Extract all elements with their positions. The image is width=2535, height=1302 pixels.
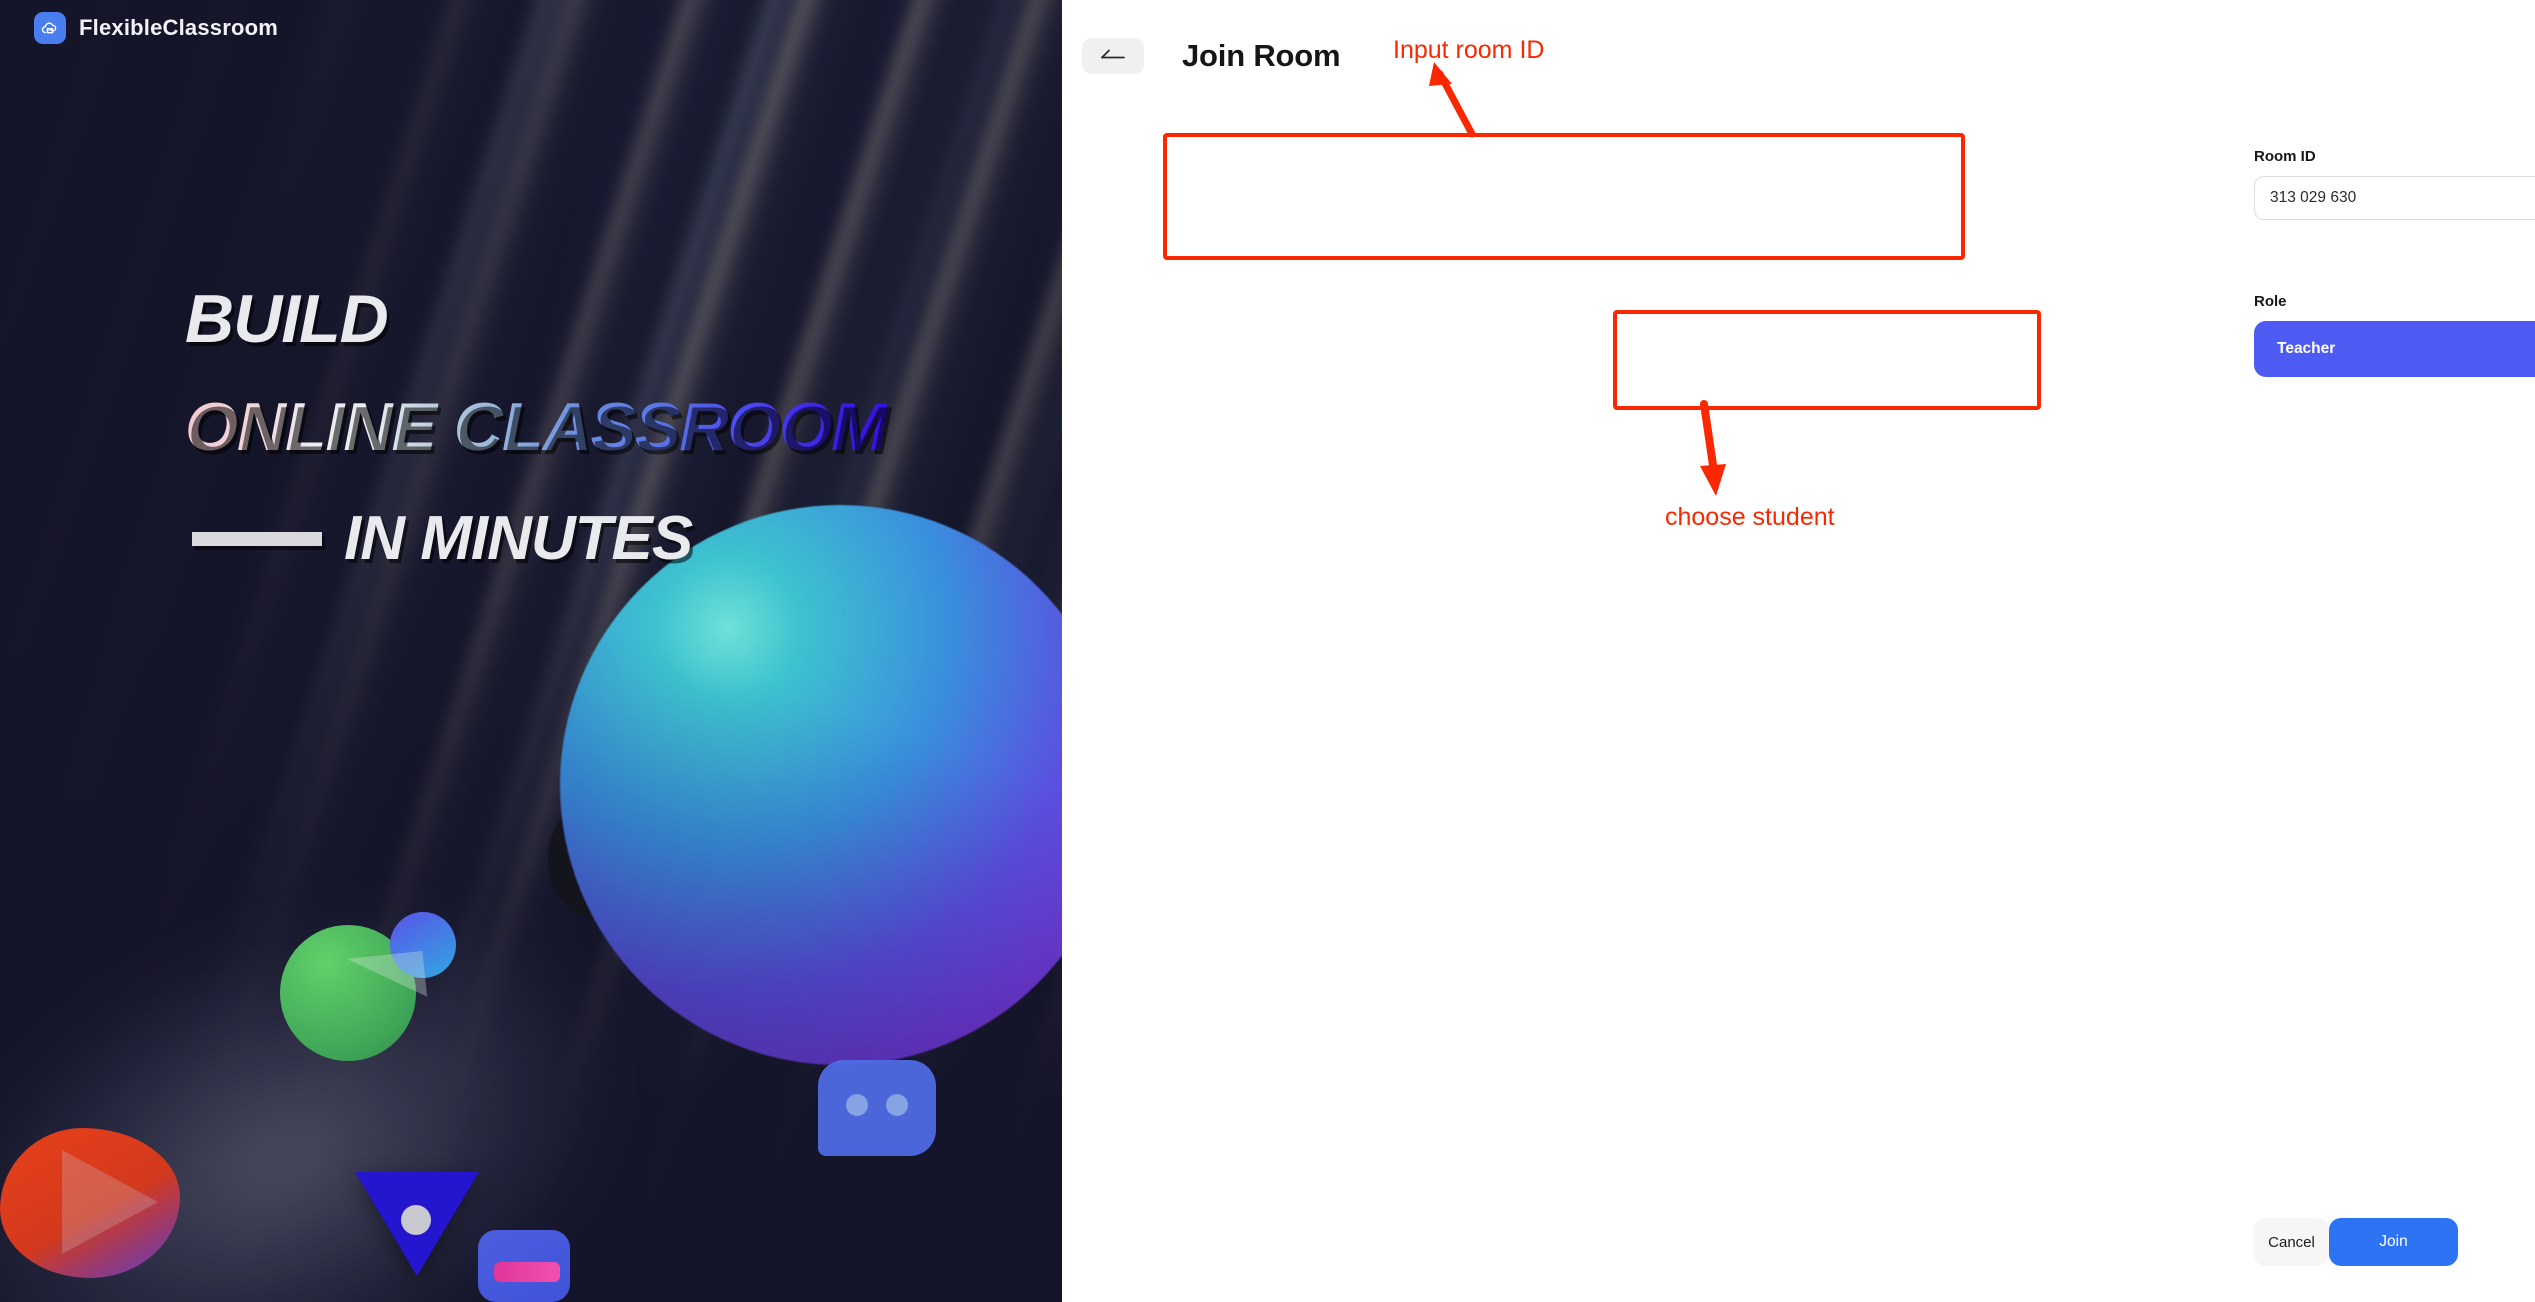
pie-wedge-shape xyxy=(342,950,428,1006)
role-option-teacher-label: Teacher xyxy=(2277,340,2336,357)
role-section: Role Teacher Student Audience xyxy=(2254,293,2535,377)
rounded-card-bar xyxy=(494,1262,560,1282)
cloud-classroom-icon xyxy=(34,12,66,44)
face-eye-right xyxy=(886,1094,908,1116)
back-button[interactable] xyxy=(1082,38,1144,74)
cancel-button[interactable]: Cancel xyxy=(2254,1218,2330,1266)
brand-name: FlexibleClassroom xyxy=(79,15,279,40)
brand-logo: FlexibleClassroom xyxy=(34,12,278,44)
translucent-triangle-shape xyxy=(62,1150,158,1254)
room-id-label: Room ID xyxy=(2254,148,2316,165)
chat-bubble-face-shape xyxy=(818,1060,936,1156)
panel-header: Join Room xyxy=(1082,38,1341,74)
form-footer: Cancel Join xyxy=(2254,1218,2458,1266)
room-id-field-group: Room ID xyxy=(2254,148,2535,220)
face-eye-left xyxy=(846,1094,868,1116)
headline-classroom-word: CLASSROOM xyxy=(453,389,888,465)
role-options: Teacher Student Audience xyxy=(2254,321,2535,377)
role-option-teacher[interactable]: Teacher xyxy=(2254,321,2535,377)
back-arrow-icon xyxy=(1100,48,1126,65)
page-title: Join Room xyxy=(1182,38,1341,73)
hero-headline: BUILD ONLINE CLASSROOM IN MINUTES xyxy=(0,285,1062,574)
join-room-screen: FlexibleClassroom BUILD ONLINE CLASSROOM… xyxy=(0,0,2535,1302)
headline-line-classroom: ONLINE CLASSROOM xyxy=(0,393,1062,461)
headline-dash xyxy=(192,531,322,546)
headline-line-minutes: IN MINUTES xyxy=(0,503,1062,574)
join-button[interactable]: Join xyxy=(2329,1218,2458,1266)
headline-line-build: BUILD xyxy=(185,281,389,357)
join-room-form-panel: Join Room Room ID Name Role Teacher Stud… xyxy=(1062,0,2535,1302)
headline-online-word: ONLINE xyxy=(185,389,454,465)
role-label: Role xyxy=(2254,293,2287,310)
room-id-input[interactable] xyxy=(2254,176,2535,220)
hero-panel: FlexibleClassroom BUILD ONLINE CLASSROOM… xyxy=(0,0,1062,1302)
triangle-center-dot xyxy=(401,1205,431,1235)
headline-minutes-text: IN MINUTES xyxy=(344,504,693,573)
